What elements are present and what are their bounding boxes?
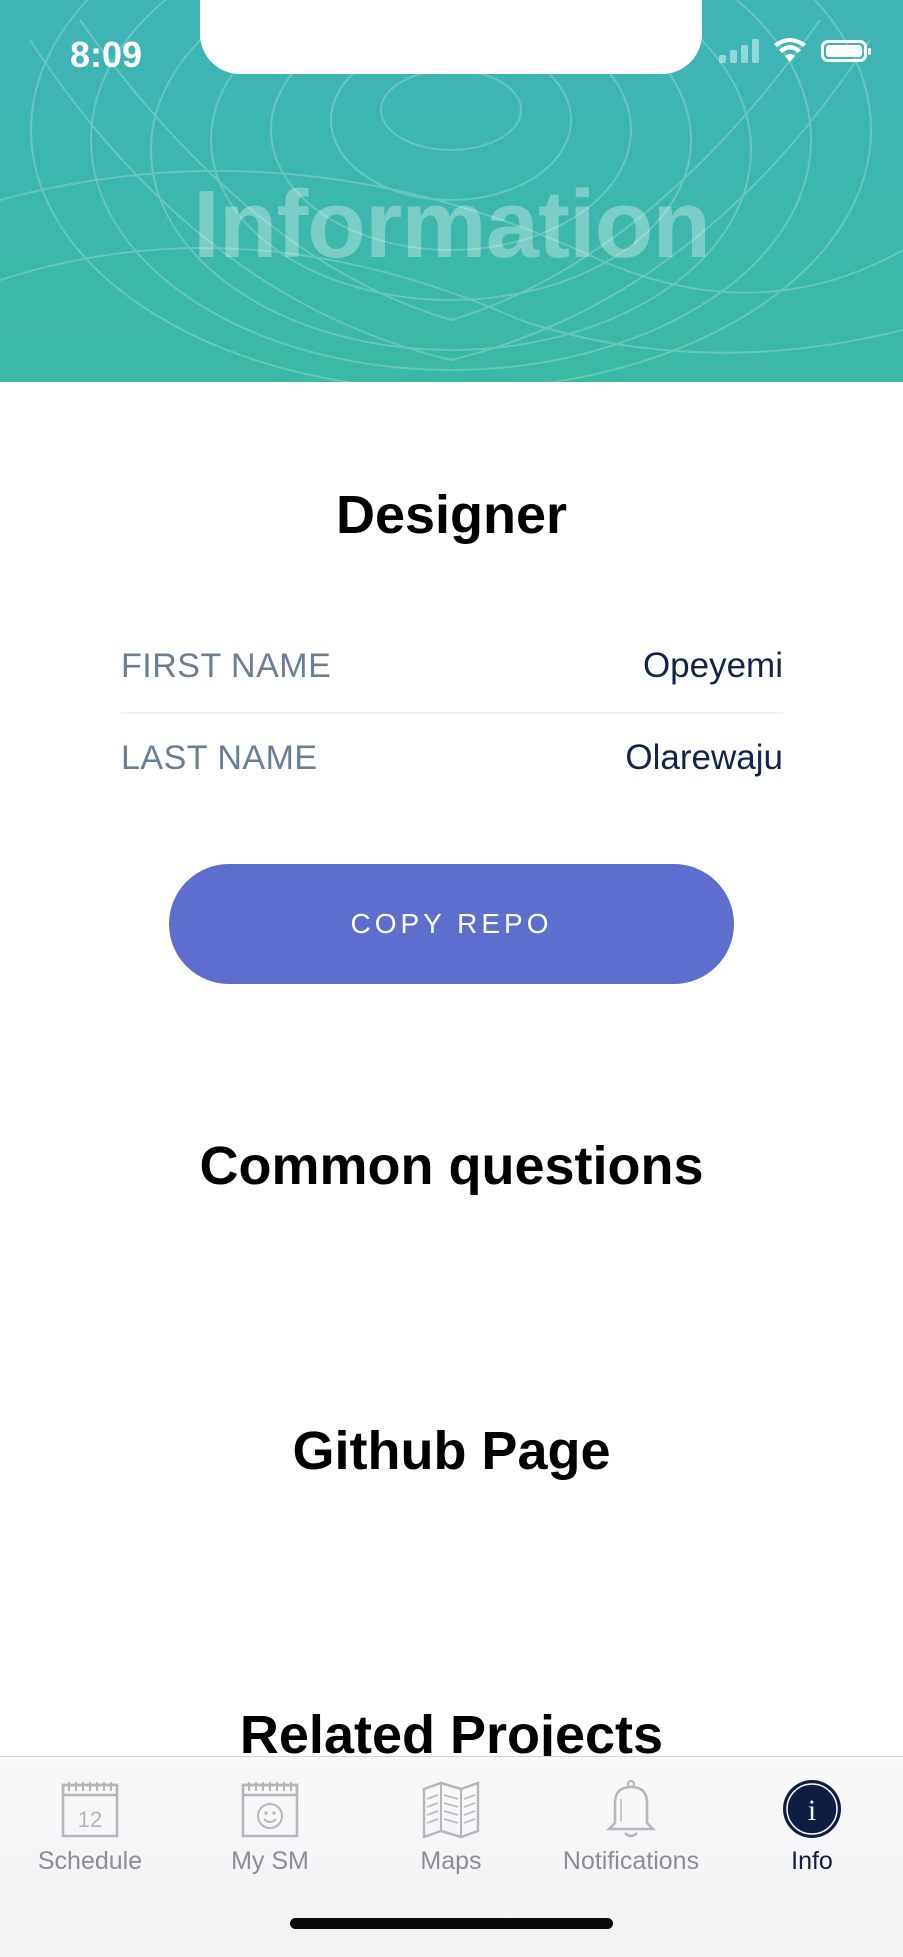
cellular-signal-icon bbox=[719, 39, 759, 63]
tab-info[interactable]: i Info bbox=[722, 1777, 902, 1887]
last-name-value: Olarewaju bbox=[625, 738, 783, 777]
tab-my-sm[interactable]: My SM bbox=[180, 1777, 360, 1887]
tab-label: Maps bbox=[420, 1847, 482, 1875]
status-time: 8:09 bbox=[70, 34, 143, 75]
tab-label: Info bbox=[791, 1847, 833, 1875]
info-glyph: i bbox=[808, 1794, 816, 1827]
last-name-row: LAST NAME Olarewaju bbox=[121, 712, 783, 804]
tab-label: Notifications bbox=[562, 1847, 700, 1875]
info-icon: i bbox=[780, 1777, 844, 1841]
tab-notifications[interactable]: Notifications bbox=[541, 1777, 721, 1887]
calendar-icon: 12 bbox=[58, 1777, 122, 1841]
device-notch bbox=[200, 0, 702, 74]
last-name-label: LAST NAME bbox=[121, 738, 318, 777]
first-name-row: FIRST NAME Opeyemi bbox=[121, 620, 783, 714]
wifi-icon bbox=[774, 38, 806, 62]
tab-label: My SM bbox=[231, 1847, 309, 1875]
calendar-number: 12 bbox=[78, 1807, 102, 1832]
battery-icon bbox=[821, 40, 871, 62]
first-name-value: Opeyemi bbox=[642, 646, 783, 685]
github-page-heading[interactable]: Github Page bbox=[0, 1420, 903, 1482]
designer-heading: Designer bbox=[335, 485, 568, 545]
smiley-calendar-icon bbox=[238, 1777, 302, 1841]
tab-label: Schedule bbox=[37, 1847, 143, 1875]
page-title: Information bbox=[193, 171, 711, 278]
bell-icon bbox=[599, 1777, 663, 1841]
home-indicator[interactable] bbox=[290, 1918, 613, 1929]
copy-repo-button[interactable]: COPY REPO bbox=[169, 864, 734, 984]
common-questions-heading[interactable]: Common questions bbox=[0, 1135, 903, 1197]
map-icon bbox=[419, 1777, 483, 1841]
first-name-label: FIRST NAME bbox=[121, 646, 332, 685]
tab-schedule[interactable]: 12 Schedule bbox=[0, 1777, 180, 1887]
status-icons bbox=[719, 38, 871, 64]
tab-maps[interactable]: Maps bbox=[361, 1777, 541, 1887]
